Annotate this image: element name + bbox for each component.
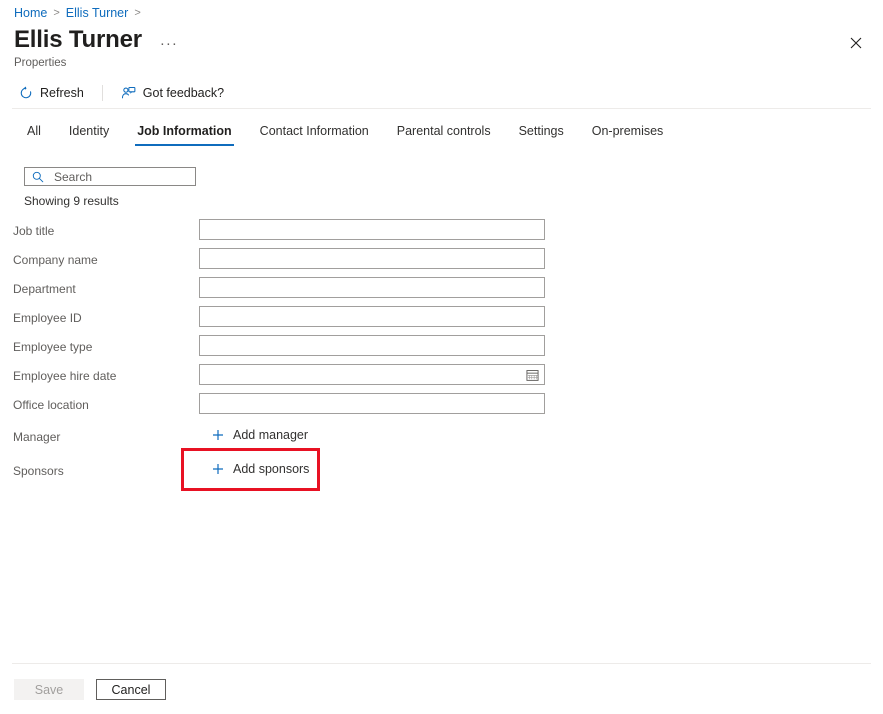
field-employee-type[interactable]: [199, 335, 545, 356]
field-employee-id[interactable]: [199, 306, 545, 327]
tab-job-information[interactable]: Job Information: [123, 121, 245, 146]
page-title: Ellis Turner: [14, 28, 142, 52]
close-icon: [850, 37, 862, 49]
search-icon: [31, 170, 44, 183]
label-job-title: Job title: [13, 224, 54, 238]
form-row-job-title: Job title: [0, 219, 883, 248]
tab-identity[interactable]: Identity: [55, 121, 123, 146]
tab-bar: All Identity Job Information Contact Inf…: [13, 121, 677, 146]
field-office-location[interactable]: [199, 393, 545, 414]
form-row-employee-hire-date: Employee hire date: [0, 364, 883, 393]
refresh-icon: [18, 86, 33, 101]
feedback-person-icon: [121, 86, 136, 101]
job-information-form: Job title Company name Department Employ…: [0, 219, 883, 490]
input-employee-type[interactable]: [200, 336, 544, 355]
close-button[interactable]: [845, 32, 867, 54]
input-company-name[interactable]: [200, 249, 544, 268]
footer-actions: Save Cancel: [14, 679, 166, 700]
label-manager: Manager: [13, 430, 60, 444]
page-header: Ellis Turner ···: [14, 28, 182, 52]
field-company-name[interactable]: [199, 248, 545, 269]
breadcrumb-item-ellis-turner[interactable]: Ellis Turner: [66, 6, 129, 20]
plus-icon: [211, 463, 224, 476]
label-sponsors: Sponsors: [13, 464, 64, 478]
page-subtitle: Properties: [14, 57, 66, 69]
add-sponsors-button[interactable]: Add sponsors: [205, 458, 315, 480]
more-options-icon[interactable]: ···: [156, 34, 182, 53]
footer-divider: [12, 663, 871, 664]
field-job-title[interactable]: [199, 219, 545, 240]
input-office-location[interactable]: [200, 394, 544, 413]
add-manager-button[interactable]: Add manager: [205, 424, 314, 446]
form-row-company-name: Company name: [0, 248, 883, 277]
save-button[interactable]: Save: [14, 679, 84, 700]
tab-all[interactable]: All: [13, 121, 55, 146]
plus-icon: [211, 429, 224, 442]
breadcrumb: Home > Ellis Turner >: [14, 6, 141, 20]
tab-parental-controls[interactable]: Parental controls: [383, 121, 505, 146]
input-job-title[interactable]: [200, 220, 544, 239]
label-employee-hire-date: Employee hire date: [13, 369, 116, 383]
header-divider: [12, 108, 871, 109]
input-employee-id[interactable]: [200, 307, 544, 326]
results-count: Showing 9 results: [24, 194, 119, 208]
breadcrumb-item-home[interactable]: Home: [14, 6, 47, 20]
form-row-sponsors: Sponsors Add sponsors: [0, 456, 883, 490]
field-department[interactable]: [199, 277, 545, 298]
got-feedback-button[interactable]: Got feedback?: [117, 84, 228, 103]
add-sponsors-label: Add sponsors: [233, 462, 309, 476]
label-employee-id: Employee ID: [13, 311, 82, 325]
form-row-office-location: Office location: [0, 393, 883, 422]
refresh-label: Refresh: [40, 86, 84, 100]
label-employee-type: Employee type: [13, 340, 92, 354]
breadcrumb-separator-icon: >: [53, 7, 59, 19]
form-row-manager: Manager Add manager: [0, 422, 883, 456]
add-manager-label: Add manager: [233, 428, 308, 442]
field-employee-hire-date[interactable]: [199, 364, 545, 385]
calendar-icon[interactable]: [526, 368, 539, 381]
form-row-department: Department: [0, 277, 883, 306]
label-office-location: Office location: [13, 398, 89, 412]
tab-settings[interactable]: Settings: [505, 121, 578, 146]
input-employee-hire-date[interactable]: [200, 365, 544, 384]
breadcrumb-separator-icon-2: >: [134, 7, 140, 19]
form-row-employee-type: Employee type: [0, 335, 883, 364]
label-department: Department: [13, 282, 76, 296]
form-row-employee-id: Employee ID: [0, 306, 883, 335]
got-feedback-label: Got feedback?: [143, 86, 224, 100]
refresh-button[interactable]: Refresh: [14, 84, 88, 103]
input-department[interactable]: [200, 278, 544, 297]
search-input[interactable]: [54, 170, 184, 184]
search-box[interactable]: [24, 167, 196, 186]
tab-on-premises[interactable]: On-premises: [578, 121, 678, 146]
command-bar: Refresh Got feedback?: [14, 82, 228, 104]
cancel-button[interactable]: Cancel: [96, 679, 166, 700]
tab-contact-information[interactable]: Contact Information: [246, 121, 383, 146]
command-bar-separator: [102, 85, 103, 101]
label-company-name: Company name: [13, 253, 98, 267]
